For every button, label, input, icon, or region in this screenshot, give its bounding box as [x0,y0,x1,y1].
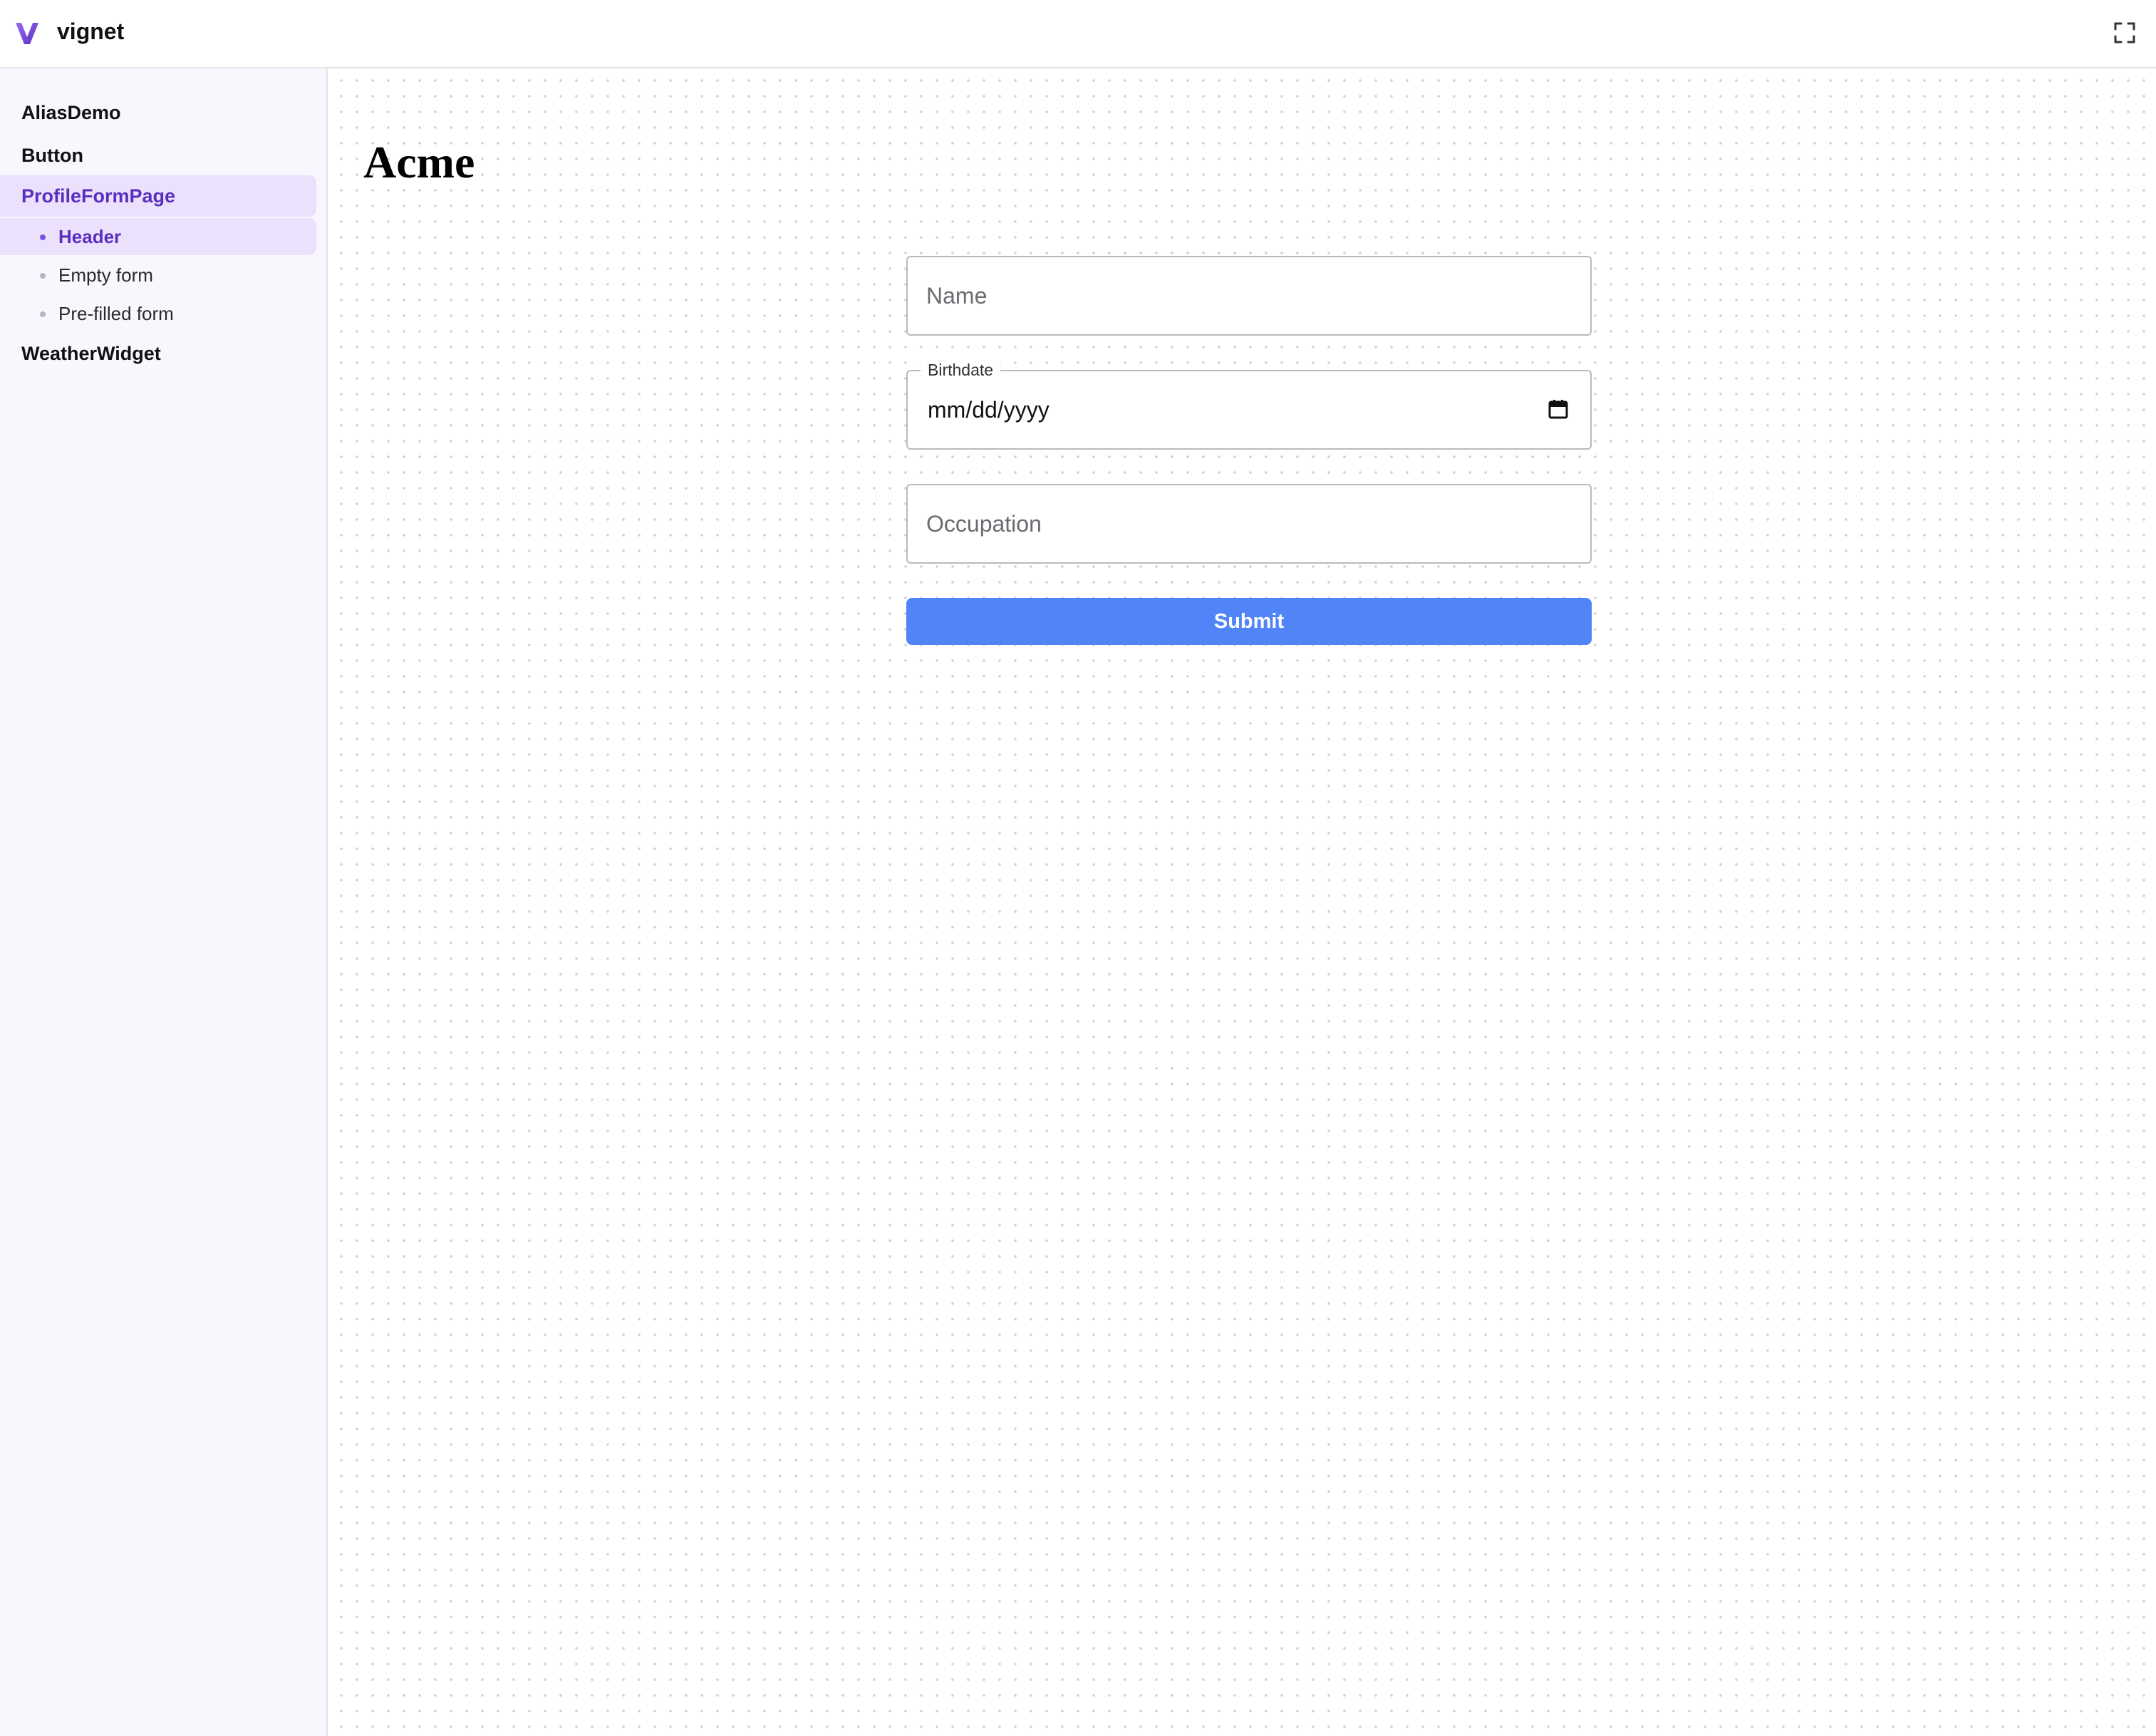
occupation-input[interactable] [906,484,1592,564]
app-name: vignet [57,19,125,44]
sidebar-item-profileformpage[interactable]: ProfileFormPage [0,175,316,217]
bullet-icon [40,311,46,317]
page-title: Acme [363,137,475,187]
sidebar-subitem-header[interactable]: Header [0,218,316,255]
sidebar-subitem-label: Empty form [58,264,153,286]
sidebar-subitem-label: Header [58,226,122,247]
sidebar-item-aliasdemo[interactable]: AliasDemo [0,98,316,127]
name-input[interactable] [906,256,1592,336]
fullscreen-icon[interactable] [2112,20,2137,46]
sidebar-item-weatherwidget[interactable]: WeatherWidget [0,339,316,368]
sidebar: AliasDemo Button ProfileFormPage Header … [0,68,328,1736]
calendar-icon[interactable] [1548,398,1569,420]
sidebar-subitem-label: Pre-filled form [58,303,174,324]
bullet-icon [40,234,46,240]
birthdate-value[interactable]: mm/dd/yyyy [928,395,1050,425]
sidebar-item-button[interactable]: Button [0,141,316,170]
preview-canvas: Acme Birthdate mm/dd/yyyy Submit [328,68,2156,1736]
birthdate-field[interactable]: Birthdate mm/dd/yyyy [906,360,1592,450]
submit-button[interactable]: Submit [906,598,1592,645]
sidebar-subitem-pre-filled-form[interactable]: Pre-filled form [0,295,316,332]
birthdate-label: Birthdate [921,360,1001,380]
bullet-icon [40,273,46,279]
top-bar: vignet [0,0,2156,68]
sidebar-subitem-empty-form[interactable]: Empty form [0,257,316,294]
vignet-logo-icon [16,23,38,44]
